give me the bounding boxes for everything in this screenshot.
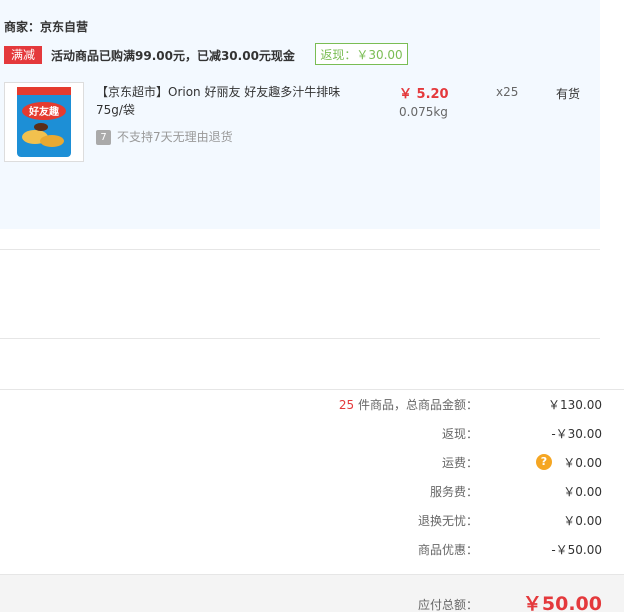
product-image[interactable]: 好友趣 <box>4 82 84 162</box>
product-brand-text: 好友趣 <box>28 105 60 118</box>
returns-label: 退换无忧： <box>417 514 478 528</box>
cashback-value: -￥30.00 <box>551 427 602 441</box>
stock-status: 有货 <box>556 87 581 101</box>
merchant-label: 商家：京东自营 <box>4 20 89 34</box>
discount-label: 商品优惠： <box>417 543 478 557</box>
divider <box>0 338 600 339</box>
merchant-panel: 商家：京东自营 满减 活动商品已购满99.00元，已减30.00元现金 返现：￥… <box>0 0 600 229</box>
goods-total-label: 25 件商品，总商品金额： <box>338 398 478 412</box>
discount-value: -￥50.00 <box>551 543 602 557</box>
unit-price: ￥ 5.20 <box>399 87 449 102</box>
cashback-label: 返现： <box>441 427 478 441</box>
service-fee-label: 服务费： <box>429 485 478 499</box>
item-count: 25 <box>338 398 355 412</box>
divider <box>0 389 624 390</box>
quantity: x25 <box>496 85 519 99</box>
divider <box>0 249 600 250</box>
total-value: ￥50.00 <box>522 593 602 615</box>
total-label: 应付总额： <box>417 598 478 612</box>
returns-value: ￥0.00 <box>563 514 602 528</box>
service-fee-value: ￥0.00 <box>563 485 602 499</box>
summary-cashback-row: 返现： -￥30.00 <box>0 425 624 445</box>
promo-badge: 满减 <box>4 46 42 64</box>
total-bar: 应付总额： ￥50.00 <box>0 574 624 615</box>
summary-returns-row: 退换无忧： ￥0.00 <box>0 512 624 532</box>
no-return-notice: 7 不支持7天无理由退货 <box>96 128 233 145</box>
cashback-tag: 返现：￥30.00 <box>315 43 408 65</box>
summary-shipping-row: 运费： ? ￥0.00 <box>0 454 624 474</box>
shipping-value: ￥0.00 <box>563 456 602 470</box>
product-image-graphic: 好友趣 <box>17 87 71 157</box>
summary-service-row: 服务费： ￥0.00 <box>0 483 624 503</box>
shipping-label: 运费： <box>441 456 478 470</box>
help-icon[interactable]: ? <box>536 454 552 470</box>
no-return-text: 不支持7天无理由退货 <box>117 130 233 144</box>
summary-discount-row: 商品优惠： -￥50.00 <box>0 541 624 561</box>
unit-weight: 0.075kg <box>399 105 448 119</box>
summary-goods-row: 25 件商品，总商品金额： ￥130.00 <box>0 396 624 416</box>
promo-text: 活动商品已购满99.00元，已减30.00元现金 <box>51 49 295 63</box>
product-title[interactable]: 【京东超市】Orion 好丽友 好友趣多汁牛排味 75g/袋 <box>96 83 356 119</box>
seven-day-icon: 7 <box>96 130 111 145</box>
goods-total-value: ￥130.00 <box>548 398 602 412</box>
